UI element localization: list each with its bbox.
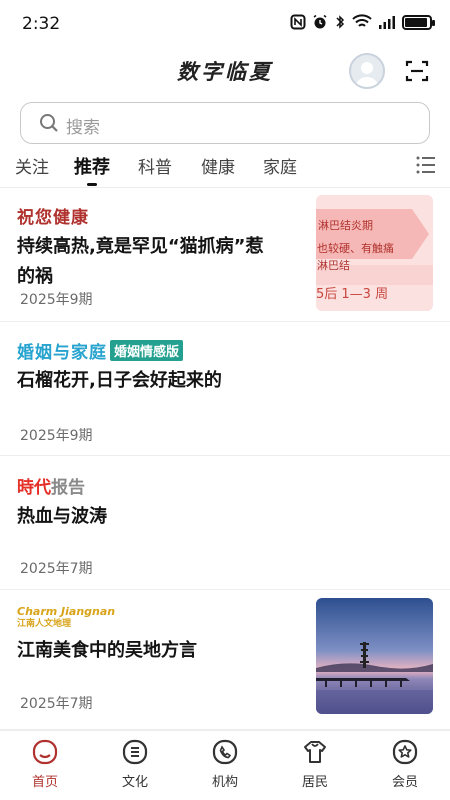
- article-title: 热血与波涛: [17, 506, 107, 527]
- article-title: 江南美食中的吴地方言: [17, 640, 197, 661]
- nav-culture[interactable]: 文化: [105, 739, 165, 790]
- magazine-brand: 時代报告: [17, 473, 85, 498]
- status-time: 2:32: [22, 14, 61, 34]
- thumb-text-2: 也较硬、有触痛: [317, 242, 394, 255]
- magazine-brand: 婚姻与家庭 婚姻情感版: [17, 338, 184, 363]
- tab-guanzhu[interactable]: 关注: [15, 153, 49, 178]
- magazine-brand-part2: 报告: [51, 478, 85, 498]
- search-input[interactable]: 搜索: [20, 102, 430, 144]
- bluetooth-icon: [334, 14, 346, 30]
- nav-institution[interactable]: 机构: [195, 739, 255, 790]
- issue-date: 2025年7期: [20, 696, 93, 712]
- nav-label: 会员: [391, 775, 418, 790]
- home-icon: [32, 739, 58, 765]
- user-avatar-icon[interactable]: [349, 53, 385, 89]
- tab-jiankang[interactable]: 健康: [201, 153, 235, 178]
- tab-tuijian[interactable]: 推荐: [74, 153, 110, 179]
- wifi-icon: [352, 14, 372, 30]
- article-card[interactable]: 時代报告 热血与波涛 2025年7期: [0, 456, 450, 590]
- thumb-text-3: 淋巴结: [317, 259, 350, 272]
- nav-home[interactable]: 首页: [15, 739, 75, 790]
- article-thumbnail: 淋巴结炎期 也较硬、有触痛 淋巴结 5后 1—3 周: [316, 195, 433, 311]
- magazine-brand-tag: 婚姻情感版: [110, 340, 184, 361]
- article-title-line2: 的祸: [17, 266, 53, 287]
- magazine-brand: Charm Jiangnan 江南人文地理: [17, 606, 115, 630]
- nav-label: 首页: [31, 775, 58, 790]
- issue-date: 2025年9期: [20, 428, 93, 444]
- resident-icon: [302, 739, 328, 765]
- nav-resident[interactable]: 居民: [285, 739, 345, 790]
- magazine-brand-cn: 江南人文地理: [17, 619, 72, 629]
- scan-icon[interactable]: [405, 59, 429, 83]
- battery-icon: [402, 14, 435, 30]
- thumb-text-1: 淋巴结炎期: [318, 219, 373, 232]
- article-thumbnail: [316, 598, 433, 714]
- signal-icon: [378, 14, 396, 30]
- magazine-brand-part1: 時代: [17, 478, 51, 498]
- tab-jiating[interactable]: 家庭: [263, 153, 297, 178]
- active-tab-indicator: [87, 183, 97, 186]
- nav-label: 文化: [121, 775, 148, 790]
- tab-kepu[interactable]: 科普: [138, 153, 172, 178]
- magazine-brand: 祝您健康: [17, 208, 89, 228]
- article-title: 石榴花开,日子会好起来的: [17, 370, 222, 391]
- magazine-brand-name: 婚姻与家庭: [17, 343, 107, 363]
- article-feed: 祝您健康 持续高热,竟是罕见“猫抓病”惹 的祸 2025年9期 淋巴结炎期 也较…: [0, 188, 450, 730]
- app-header: 数字临夏: [0, 50, 450, 98]
- nav-member[interactable]: 会员: [375, 739, 435, 790]
- article-card[interactable]: 祝您健康 持续高热,竟是罕见“猫抓病”惹 的祸 2025年9期 淋巴结炎期 也较…: [0, 188, 450, 322]
- nav-label: 机构: [211, 775, 238, 790]
- nav-label: 居民: [301, 775, 328, 790]
- article-title-line1: 持续高热,竟是罕见“猫抓病”惹: [17, 236, 264, 257]
- article-card[interactable]: 婚姻与家庭 婚姻情感版 石榴花开,日子会好起来的 2025年9期: [0, 322, 450, 456]
- issue-date: 2025年9期: [20, 292, 93, 308]
- phone-icon: [212, 739, 238, 765]
- battery-level: [405, 17, 427, 27]
- search-placeholder: 搜索: [66, 118, 100, 138]
- nfc-icon: [290, 14, 306, 30]
- list-menu-icon[interactable]: [415, 154, 437, 176]
- issue-date: 2025年7期: [20, 561, 93, 577]
- alarm-icon: [312, 14, 328, 30]
- magazine-brand-en: Charm Jiangnan: [17, 605, 116, 618]
- bottom-navigation: 首页 文化 机构 居民 会员: [0, 730, 450, 800]
- category-tabs: 关注 推荐 科普 健康 家庭: [0, 150, 450, 188]
- search-icon: [39, 113, 59, 137]
- status-bar: 2:32: [0, 0, 450, 50]
- status-icons: [290, 14, 435, 30]
- thumb-text-4: 5后 1—3 周: [316, 287, 389, 302]
- member-icon: [392, 739, 418, 765]
- article-card[interactable]: Charm Jiangnan 江南人文地理 江南美食中的吴地方言 2025年7期: [0, 590, 450, 730]
- culture-icon: [122, 739, 148, 765]
